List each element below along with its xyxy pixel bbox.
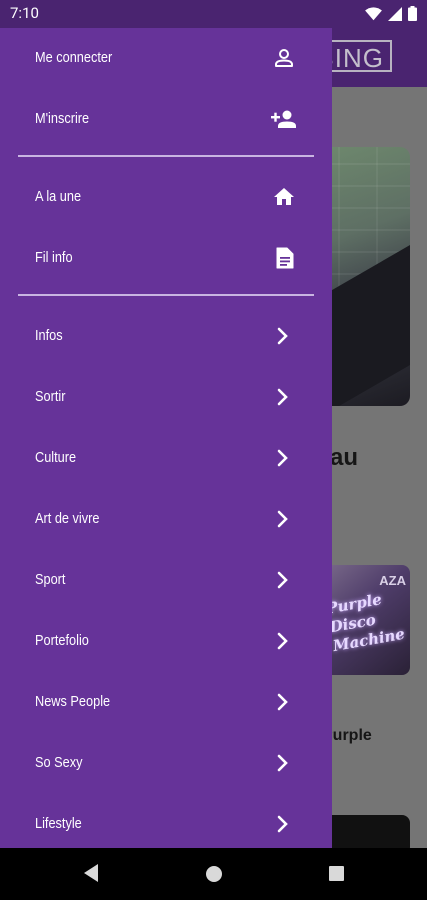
drawer-item-news-people[interactable]: News People <box>0 672 332 732</box>
drawer-item-label: A la une <box>35 188 82 205</box>
drawer-item-label: Culture <box>35 449 77 466</box>
chevron-right-icon <box>277 327 288 345</box>
recents-button[interactable] <box>329 866 344 881</box>
drawer-item-label: News People <box>35 693 111 710</box>
drawer-item-home[interactable]: A la une <box>0 167 332 227</box>
drawer-item-news-feed[interactable]: Fil info <box>0 228 332 288</box>
article-title: au <box>330 444 359 471</box>
drawer-item-label: Sortir <box>35 388 66 405</box>
drawer-item-label: Fil info <box>35 249 73 266</box>
article-title: Purple ! <box>322 727 372 772</box>
chevron-right-icon <box>277 815 288 833</box>
person-add-icon <box>271 110 296 128</box>
document-icon <box>276 247 294 269</box>
drawer-item-culture[interactable]: Culture <box>0 428 332 488</box>
drawer-item-sortir[interactable]: Sortir <box>0 367 332 427</box>
navigation-drawer: Me connecter M'inscrire A la une Fil inf… <box>0 28 332 848</box>
article-image: AZA Purple Disco Machine <box>322 565 410 675</box>
drawer-item-label: Lifestyle <box>35 815 82 832</box>
chevron-right-icon <box>277 510 288 528</box>
drawer-item-lifestyle[interactable]: Lifestyle <box>0 794 332 848</box>
chevron-right-icon <box>277 632 288 650</box>
drawer-divider <box>18 155 314 157</box>
person-icon <box>275 49 293 67</box>
chevron-right-icon <box>277 571 288 589</box>
chevron-right-icon <box>277 449 288 467</box>
battery-icon <box>408 6 417 21</box>
system-nav-bar <box>0 848 427 900</box>
home-button[interactable] <box>206 866 222 882</box>
chevron-right-icon <box>277 693 288 711</box>
signal-icon <box>388 6 402 21</box>
drawer-item-infos[interactable]: Infos <box>0 306 332 366</box>
chevron-right-icon <box>277 388 288 406</box>
status-time: 7:10 <box>10 4 39 22</box>
drawer-item-label: Me connecter <box>35 49 113 66</box>
drawer-item-label: Sport <box>35 571 66 588</box>
drawer-item-label: Infos <box>35 327 63 344</box>
image-neon-text: Purple Disco Machine <box>325 590 407 656</box>
drawer-item-label: M'inscrire <box>35 110 90 127</box>
drawer-item-so-sexy[interactable]: So Sexy <box>0 733 332 793</box>
status-bar: 7:10 <box>0 0 427 28</box>
drawer-item-portefolio[interactable]: Portefolio <box>0 611 332 671</box>
drawer-item-label: Portefolio <box>35 632 89 649</box>
drawer-item-login[interactable]: Me connecter <box>0 28 332 88</box>
drawer-item-art-de-vivre[interactable]: Art de vivre <box>0 489 332 549</box>
home-icon <box>274 188 294 205</box>
wifi-icon <box>365 6 382 20</box>
chevron-right-icon <box>277 754 288 772</box>
drawer-divider <box>18 294 314 296</box>
back-icon[interactable] <box>84 864 98 882</box>
drawer-item-label: Art de vivre <box>35 510 100 527</box>
drawer-item-sport[interactable]: Sport <box>0 550 332 610</box>
image-tag: AZA <box>379 573 406 588</box>
drawer-item-register[interactable]: M'inscrire <box>0 89 332 149</box>
drawer-item-label: So Sexy <box>35 754 83 771</box>
